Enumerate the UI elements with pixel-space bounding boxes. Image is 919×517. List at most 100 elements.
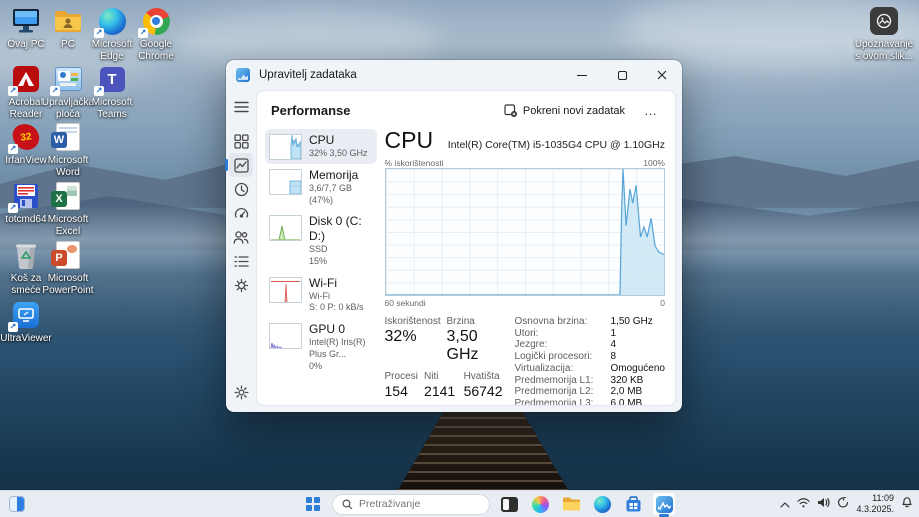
notification-center-button[interactable]: [901, 495, 913, 513]
stat-label: Osnovna brzina:: [514, 316, 588, 327]
desktop-icon-label: Microsoft Teams: [91, 97, 133, 120]
cpu-mini-graph: [269, 134, 302, 160]
stat-label: Iskorištenost: [384, 316, 441, 327]
metric-item-cpu[interactable]: CPU 32% 3,50 GHz: [265, 129, 377, 164]
details-list-icon: [233, 255, 249, 267]
file-explorer-button[interactable]: [559, 492, 583, 516]
graph-max-label: 100%: [643, 158, 665, 168]
startup-gauge-icon: [234, 207, 248, 218]
desktop-icon-label: Upoznavanje s ovom slik...: [854, 39, 914, 62]
nav-performance[interactable]: [225, 153, 253, 177]
hamburger-menu-button[interactable]: [229, 95, 253, 119]
start-button[interactable]: [301, 492, 325, 516]
stat-label: Logički procesori:: [514, 351, 593, 363]
file-explorer-icon: [562, 497, 580, 511]
task-view-button[interactable]: [497, 492, 521, 516]
close-button[interactable]: [642, 60, 682, 90]
stat-value: 2,0 MB: [610, 386, 643, 398]
desktop-icon-powerpoint[interactable]: P Microsoft PowerPoint: [42, 240, 94, 296]
search-input[interactable]: [359, 498, 469, 510]
cpu-title: CPU: [384, 127, 434, 153]
minimize-button[interactable]: [562, 60, 602, 90]
cpu-graph-series: [385, 169, 664, 295]
metric-sub: Wi-Fi: [309, 290, 330, 301]
desktop-icon-ultraviewer[interactable]: UltraViewer: [0, 300, 52, 345]
more-options-button[interactable]: …: [639, 103, 663, 118]
nav-services[interactable]: [229, 273, 253, 297]
cpu-usage-graph[interactable]: [384, 168, 665, 296]
titlebar[interactable]: Upravitelj zadataka: [226, 60, 682, 90]
stat-label: Predmemorija L2:: [514, 386, 594, 398]
run-new-task-label: Pokreni novi zadatak: [522, 104, 625, 117]
edge-button[interactable]: [590, 492, 614, 516]
nav-app-history[interactable]: [229, 177, 253, 201]
users-icon: [233, 231, 249, 244]
metric-sub: 3,6/7,7 GB (47%): [309, 183, 353, 205]
nav-startup-apps[interactable]: [229, 201, 253, 225]
tray-network-button[interactable]: [797, 495, 811, 513]
services-gear-icon: [234, 278, 248, 292]
stat-value: 3,50 GHz: [446, 328, 479, 363]
nav-users[interactable]: [229, 225, 253, 249]
edge-icon: [593, 495, 611, 513]
stat-value: 154: [384, 383, 408, 399]
metric-item-gpu[interactable]: GPU 0 Intel(R) Iris(R) Plus Gr... 0%: [265, 318, 377, 376]
run-new-task-button[interactable]: Pokreni novi zadatak: [496, 100, 633, 121]
desktop-icon-spotlight[interactable]: Upoznavanje s ovom slik...: [852, 6, 916, 62]
stat-value: 6,0 MB: [610, 397, 643, 406]
metric-sub2: S: 0 P: 0 kB/s: [309, 302, 364, 313]
cpu-spec: Intel(R) Core(TM) i5-1035G4 CPU @ 1.10GH…: [447, 139, 665, 151]
spotlight-image-icon: [868, 6, 900, 36]
desktop-icon-chrome[interactable]: Google Chrome: [134, 6, 178, 62]
stat-value: 1: [610, 327, 617, 339]
teams-icon: T: [94, 64, 128, 96]
desktop-icon-word[interactable]: W Microsoft Word: [46, 122, 90, 178]
maximize-button[interactable]: [602, 60, 642, 90]
tray-date: 4.3.2025.: [856, 504, 894, 514]
edge-icon: [94, 6, 128, 38]
chrome-icon: [138, 6, 172, 38]
task-manager-taskbar-button[interactable]: [652, 492, 676, 517]
metric-sub: 32% 3,50 GHz: [309, 148, 368, 158]
stat-value: 1,50 GHz: [610, 316, 653, 327]
task-manager-app-icon: [236, 68, 250, 82]
copilot-button[interactable]: [528, 492, 552, 516]
metric-item-wifi[interactable]: Wi-Fi Wi-Fi S: 0 P: 0 kB/s: [265, 272, 377, 318]
stat-label: Virtualizacija:: [514, 362, 574, 374]
metric-sub2: 15%: [309, 256, 328, 267]
excel-icon: X: [51, 181, 84, 211]
tray-chevron-button[interactable]: [780, 495, 791, 513]
widgets-button[interactable]: [5, 492, 29, 516]
nav-processes[interactable]: [229, 129, 253, 153]
metric-sub: Intel(R) Iris(R) Plus Gr...: [309, 337, 366, 359]
floppy-disk-icon: [8, 181, 42, 213]
word-icon: W: [51, 122, 84, 152]
settings-button[interactable]: [229, 380, 253, 404]
disk-mini-graph: [269, 215, 302, 242]
task-manager-icon: [655, 495, 673, 513]
taskbar-clock[interactable]: 11:09 4.3.2025.: [856, 493, 894, 515]
task-view-icon: [500, 496, 518, 512]
metric-item-memory[interactable]: Memorija 3,6/7,7 GB (47%): [265, 164, 377, 210]
widgets-icon: [9, 496, 25, 512]
this-pc-icon: [10, 6, 42, 36]
tray-sync-button[interactable]: [837, 495, 849, 513]
desktop-icon-excel[interactable]: X Microsoft Excel: [46, 181, 90, 237]
graph-x-end-label: 0: [660, 298, 665, 308]
taskbar-search[interactable]: [332, 493, 490, 515]
tray-volume-button[interactable]: [817, 495, 831, 513]
metric-name: GPU 0: [309, 322, 346, 337]
metric-item-disk[interactable]: Disk 0 (C: D:) SSD 15%: [265, 210, 377, 271]
taskbar: 11:09 4.3.2025.: [0, 490, 919, 517]
stat-label: Brzina: [446, 316, 475, 327]
performance-icon: [233, 157, 249, 173]
stat-label: Utori:: [514, 327, 539, 339]
nav-details[interactable]: [229, 249, 253, 273]
desktop-icon-teams[interactable]: T Microsoft Teams: [90, 64, 134, 120]
processes-icon: [233, 133, 249, 149]
cpu-detail-pane: CPU Intel(R) Core(TM) i5-1035G4 CPU @ 1.…: [377, 127, 671, 405]
microsoft-store-button[interactable]: [621, 492, 645, 516]
gear-icon: [234, 385, 248, 399]
close-icon: [657, 70, 667, 80]
history-clock-icon: [234, 182, 248, 196]
